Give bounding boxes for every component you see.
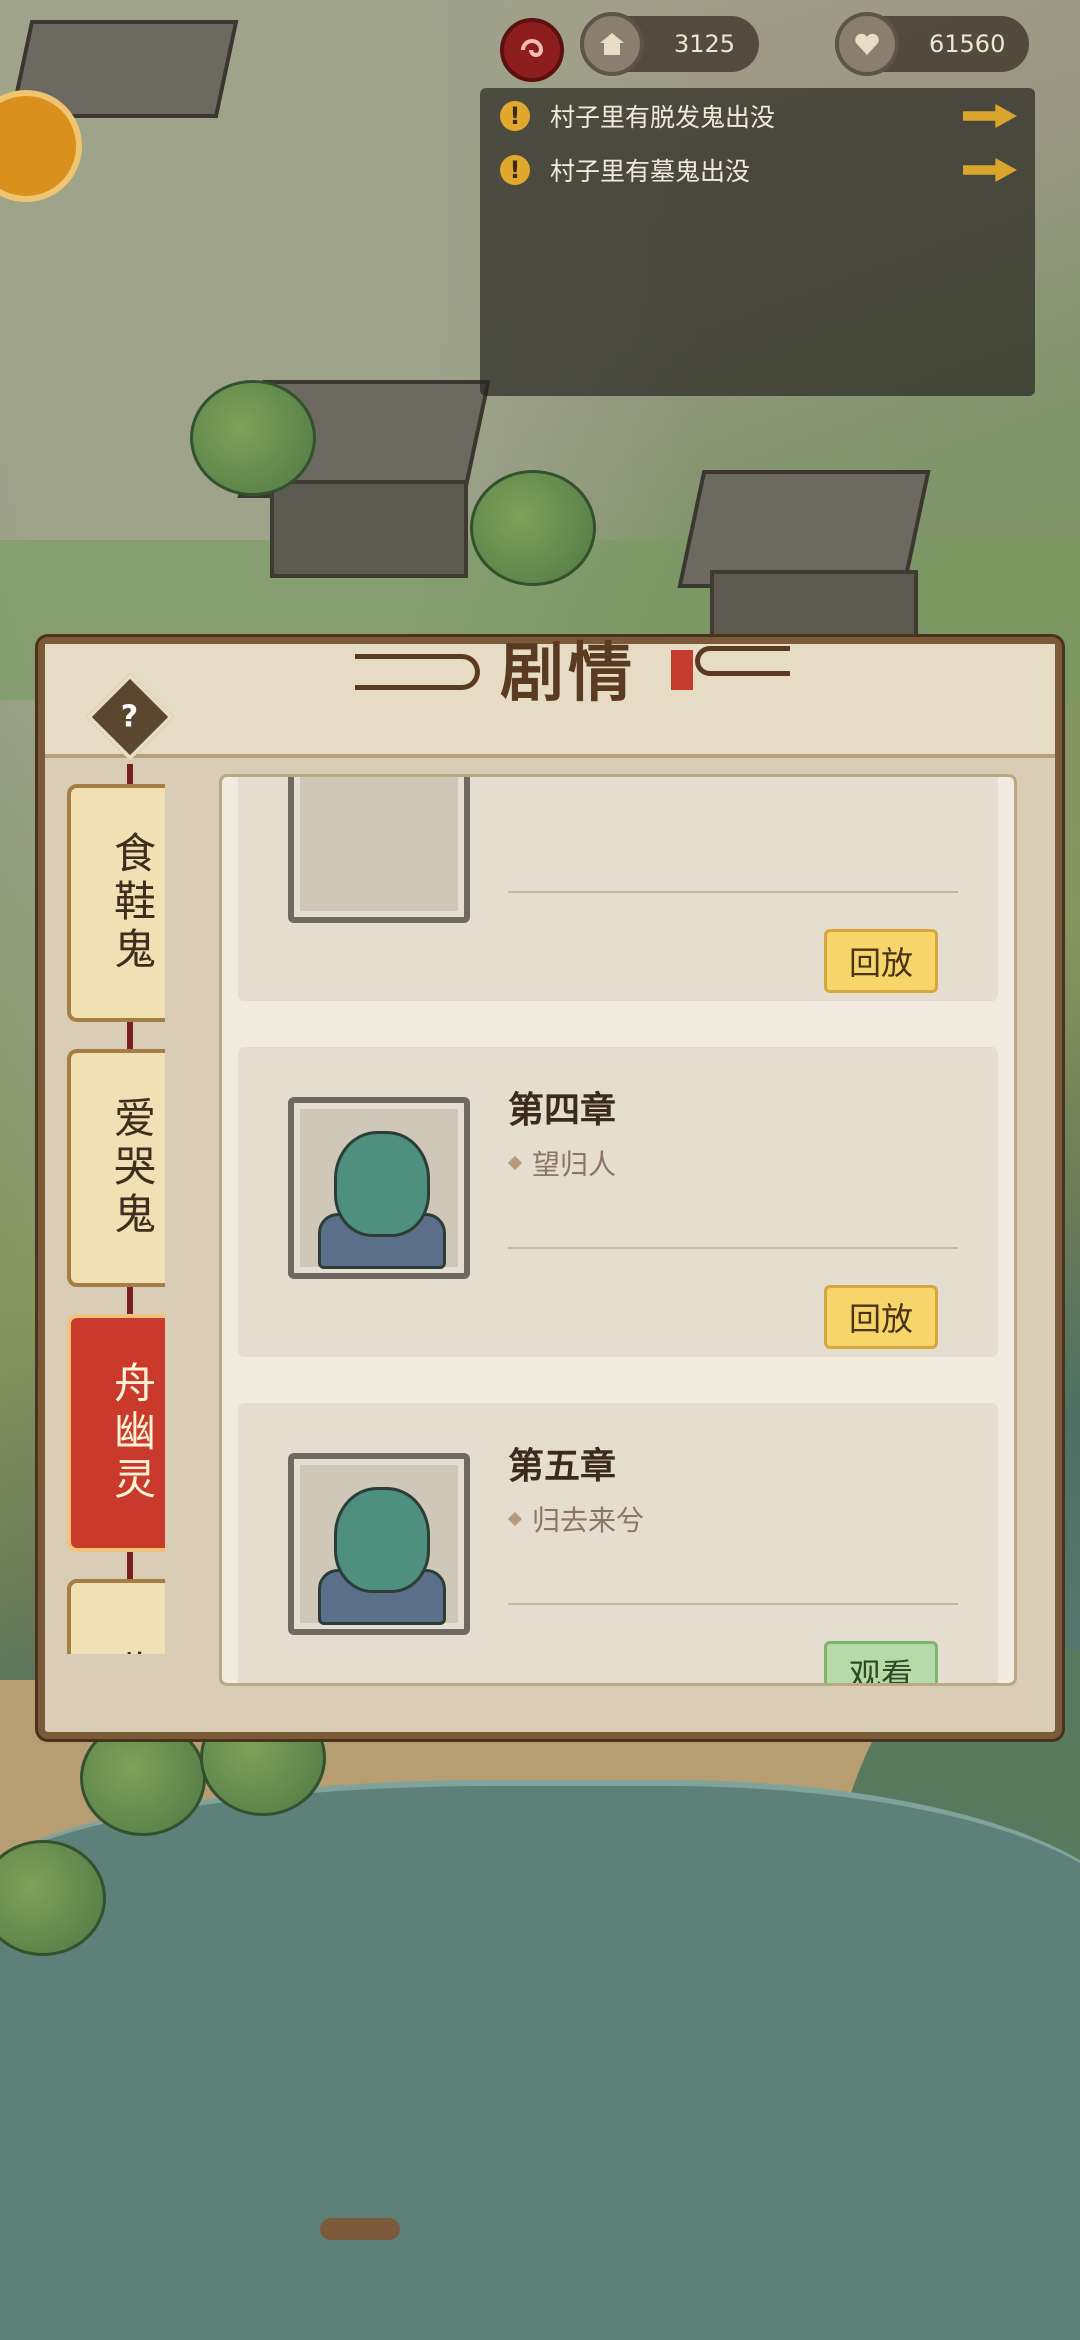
- character-tabs: 食鞋鬼 爱哭鬼 舟幽灵 收菜: [45, 764, 165, 1654]
- replay-button[interactable]: 回放: [824, 929, 938, 993]
- swirl-menu-button[interactable]: [500, 18, 564, 82]
- tab-label: 食鞋鬼: [107, 831, 157, 975]
- story-panel: 剧情 ? 食鞋鬼 爱哭鬼 舟幽灵 收菜 回放 第四章 望归人 回放 第五章 归去…: [38, 636, 1062, 1739]
- character-avatar: [288, 1453, 470, 1635]
- cloud-ornament-icon: [355, 654, 480, 690]
- character-avatar: [288, 777, 470, 923]
- chapter-card: 第四章 望归人 回放: [238, 1047, 998, 1357]
- chapter-title: 第四章: [508, 1089, 617, 1131]
- seal-stamp-icon: [671, 650, 693, 690]
- replay-button[interactable]: 回放: [824, 1285, 938, 1349]
- chapter-card: 回放: [238, 777, 998, 1001]
- tab-character-3[interactable]: 舟幽灵: [67, 1314, 165, 1552]
- warning-icon: !: [500, 155, 530, 185]
- tab-character-2[interactable]: 爱哭鬼: [67, 1049, 165, 1287]
- tab-character-1[interactable]: 食鞋鬼: [67, 784, 165, 1022]
- cloud-ornament-icon: [695, 646, 790, 676]
- tree: [190, 380, 316, 496]
- divider: [508, 891, 958, 893]
- notice-item[interactable]: ! 村子里有墓鬼出没: [500, 148, 750, 192]
- panel-header: 剧情 ?: [45, 636, 1055, 761]
- warning-icon: !: [500, 101, 530, 131]
- notice-item[interactable]: ! 村子里有脱发鬼出没: [500, 94, 775, 138]
- tab-label: 爱哭鬼: [107, 1096, 157, 1240]
- arrow-right-icon[interactable]: [963, 104, 1017, 128]
- floating-log: [320, 2218, 400, 2240]
- swirl-icon: [521, 39, 544, 57]
- resource-counter-house: 3125: [580, 12, 760, 76]
- question-icon: ?: [121, 699, 139, 735]
- chapter-card: 第五章 归去来兮 观看: [238, 1403, 998, 1683]
- building[interactable]: [710, 570, 918, 638]
- building[interactable]: [270, 480, 468, 578]
- chapter-subtitle: 归去来兮: [507, 1499, 645, 1539]
- house-icon: [580, 12, 644, 76]
- divider: [508, 1247, 958, 1249]
- heart-icon: [835, 12, 899, 76]
- tab-label: 收菜: [102, 1650, 163, 1654]
- chapter-list[interactable]: 回放 第四章 望归人 回放 第五章 归去来兮 观看: [219, 774, 1017, 1686]
- resource-value: 61560: [929, 30, 1006, 58]
- panel-title: 剧情: [500, 636, 636, 711]
- chapter-subtitle: 望归人: [507, 1143, 617, 1183]
- resource-value: 3125: [674, 30, 736, 58]
- notice-text: 村子里有墓鬼出没: [550, 157, 751, 186]
- tab-character-4[interactable]: 收菜: [67, 1579, 165, 1654]
- tree: [470, 470, 596, 586]
- river: [0, 1780, 1080, 2340]
- divider: [508, 1603, 958, 1605]
- event-notice-panel: ! 村子里有脱发鬼出没 ! 村子里有墓鬼出没: [480, 88, 1035, 396]
- chapter-title: 第五章: [508, 1445, 617, 1487]
- subtitle-text: 望归人: [532, 1148, 617, 1181]
- arrow-right-icon[interactable]: [963, 158, 1017, 182]
- resource-counter-heart: 61560: [835, 12, 1030, 76]
- watch-button[interactable]: 观看: [824, 1641, 938, 1683]
- notice-text: 村子里有脱发鬼出没: [550, 103, 776, 132]
- character-avatar: [288, 1097, 470, 1279]
- diamond-icon: [507, 1511, 523, 1527]
- diamond-icon: [507, 1155, 523, 1171]
- help-button[interactable]: ?: [86, 673, 174, 761]
- tab-label: 舟幽灵: [107, 1361, 157, 1505]
- subtitle-text: 归去来兮: [532, 1504, 645, 1537]
